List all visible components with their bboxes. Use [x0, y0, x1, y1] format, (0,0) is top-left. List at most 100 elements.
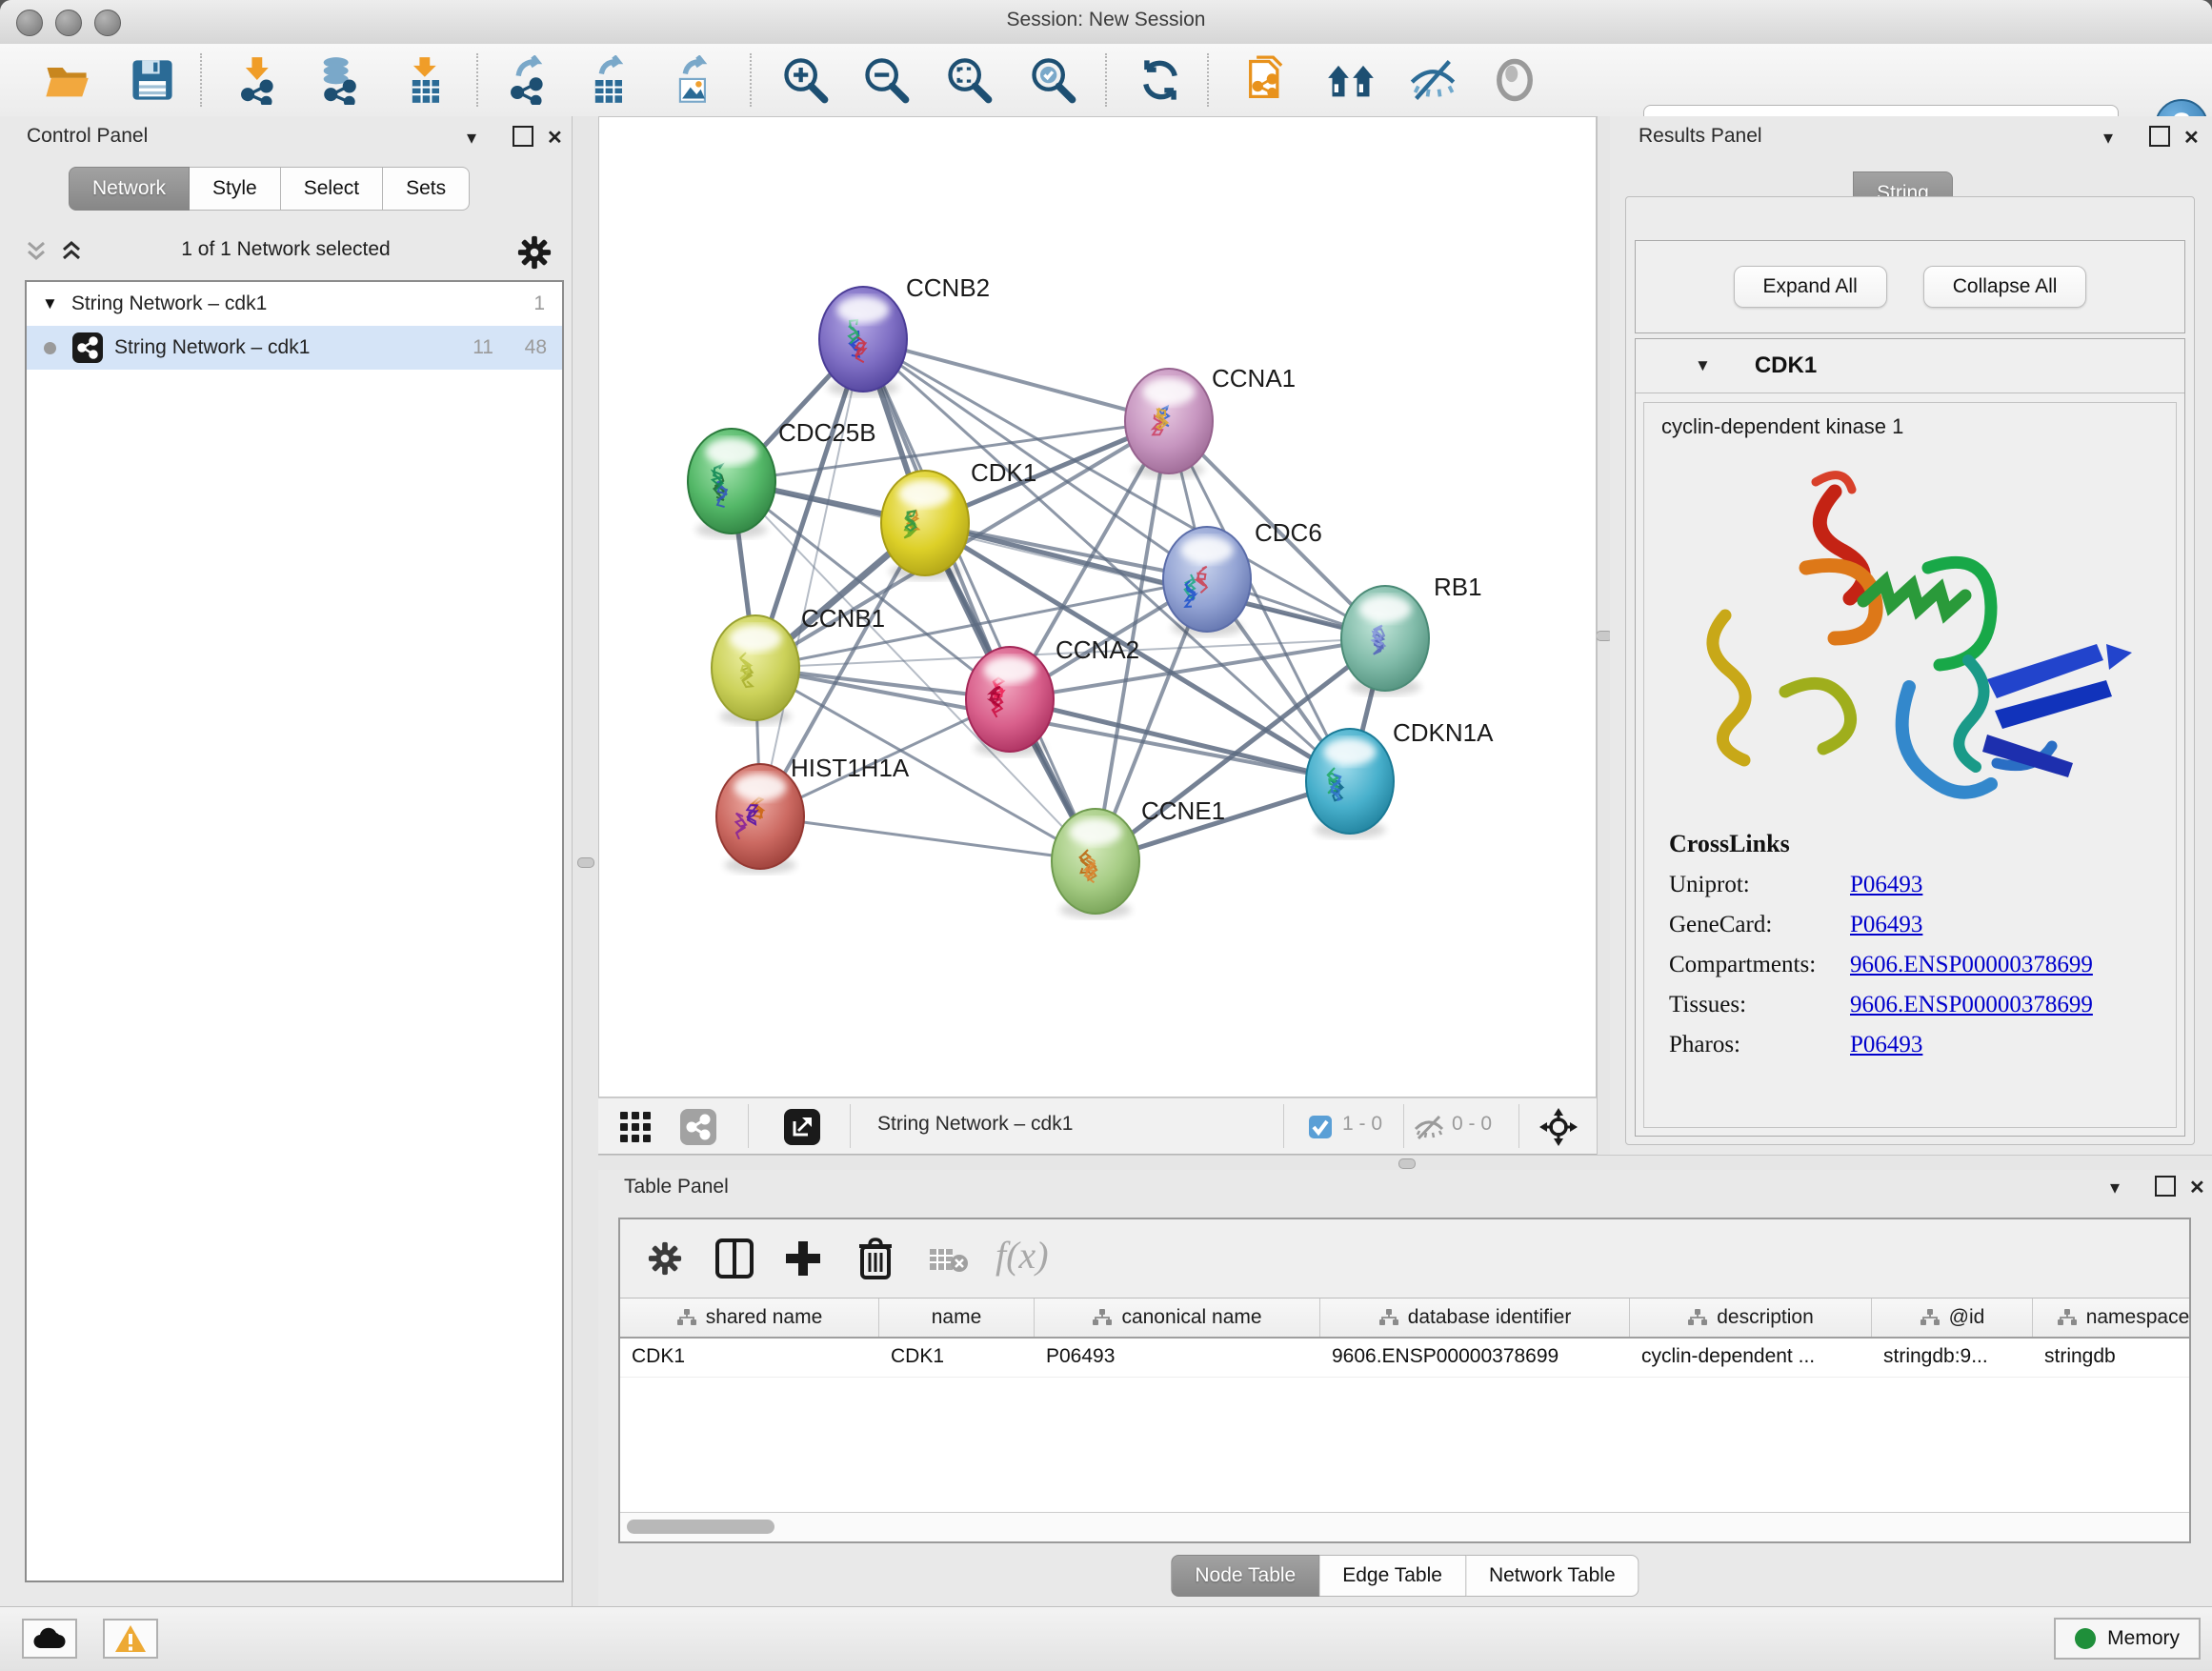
table-header-cell[interactable]: canonical name: [1035, 1299, 1320, 1337]
tab-network[interactable]: Network: [69, 167, 190, 211]
gene-description: cyclin-dependent kinase 1: [1644, 403, 2176, 439]
network-canvas[interactable]: CCNB2CCNA1CDC25BCDK1CDC6RB1CCNB1CCNA2CDK…: [598, 116, 1597, 1097]
zoom-selected-icon[interactable]: [1028, 55, 1077, 105]
clone-network-icon[interactable]: [1242, 55, 1292, 105]
table-horizontal-scrollbar[interactable]: [620, 1512, 2189, 1541]
network-node[interactable]: [1341, 586, 1429, 695]
control-panel-menu-icon[interactable]: ▾: [467, 126, 476, 150]
gene-section-header[interactable]: ▼ CDK1: [1636, 339, 2184, 393]
network-edge[interactable]: [760, 339, 863, 816]
network-node[interactable]: [1125, 369, 1213, 478]
network-node[interactable]: [1052, 809, 1139, 918]
left-splitter-handle[interactable]: [577, 857, 594, 868]
results-panel-float-icon[interactable]: [2149, 126, 2170, 152]
memory-button[interactable]: Memory: [2054, 1618, 2201, 1660]
cloud-status-button[interactable]: [22, 1619, 77, 1659]
table-row[interactable]: CDK1CDK1P064939606.ENSP00000378699cyclin…: [620, 1339, 2189, 1378]
crosslink-link[interactable]: P06493: [1850, 1032, 1922, 1058]
zoom-in-icon[interactable]: [780, 55, 830, 105]
control-panel-close-icon[interactable]: ✕: [547, 126, 563, 150]
network-collection-row[interactable]: ▼ String Network – cdk1 1: [27, 282, 562, 326]
save-session-icon[interactable]: [128, 55, 177, 105]
export-image-icon[interactable]: [669, 55, 718, 105]
network-view-share-icon[interactable]: [679, 1108, 717, 1146]
tab-sets[interactable]: Sets: [383, 167, 470, 211]
left-splitter[interactable]: [572, 116, 600, 1606]
zoom-fit-icon[interactable]: [944, 55, 994, 105]
table-panel-menu-icon[interactable]: ▾: [2110, 1176, 2120, 1199]
refresh-icon[interactable]: [1136, 55, 1185, 105]
table-cell[interactable]: P06493: [1035, 1339, 1320, 1377]
network-edge[interactable]: [760, 816, 1096, 861]
create-column-icon[interactable]: [784, 1238, 822, 1278]
network-edge[interactable]: [863, 339, 1096, 861]
table-header-cell[interactable]: shared name: [620, 1299, 879, 1337]
network-node[interactable]: [712, 615, 799, 725]
crosslink-link[interactable]: 9606.ENSP00000378699: [1850, 992, 2093, 1018]
network-node[interactable]: [688, 429, 775, 538]
export-network-icon[interactable]: [504, 55, 553, 105]
crosslink-link[interactable]: P06493: [1850, 872, 1922, 898]
table-header-row: shared namenamecanonical namedatabase id…: [620, 1299, 2189, 1339]
table-settings-gear-icon[interactable]: [647, 1240, 683, 1277]
collapse-all-button[interactable]: Collapse All: [1923, 266, 2087, 308]
memory-status-dot: [2075, 1628, 2096, 1649]
table-header-cell[interactable]: description: [1630, 1299, 1872, 1337]
tree-expander-icon[interactable]: ▼: [42, 294, 58, 313]
network-row[interactable]: String Network – cdk1 11 48: [27, 326, 562, 370]
export-table-icon[interactable]: [585, 55, 634, 105]
network-view-toolbar: String Network – cdk1 1 - 0 0 - 0: [598, 1097, 1597, 1155]
horizontal-splitter-handle[interactable]: [1398, 1158, 1416, 1169]
table-cell[interactable]: stringdb:9...: [1872, 1339, 2033, 1377]
hide-panels-icon[interactable]: [1408, 55, 1458, 105]
table-cell[interactable]: 9606.ENSP00000378699: [1320, 1339, 1630, 1377]
network-options-gear-icon[interactable]: [516, 234, 553, 271]
table-header-cell[interactable]: database identifier: [1320, 1299, 1630, 1337]
node-table[interactable]: shared namenamecanonical namedatabase id…: [620, 1298, 2189, 1512]
network-node[interactable]: [819, 287, 907, 396]
toolbar-separator: [750, 53, 752, 107]
table-cell[interactable]: stringdb: [2033, 1339, 2189, 1377]
tab-select[interactable]: Select: [281, 167, 383, 211]
network-node[interactable]: [1306, 729, 1394, 838]
crosslink-link[interactable]: 9606.ENSP00000378699: [1850, 952, 2093, 978]
section-collapse-icon[interactable]: ▼: [1695, 356, 1711, 375]
table-cell[interactable]: CDK1: [620, 1339, 879, 1377]
cloud-icon: [32, 1627, 67, 1650]
grid-view-icon[interactable]: [619, 1111, 652, 1143]
tab-edge-table[interactable]: Edge Table: [1319, 1555, 1466, 1597]
results-panel-menu-icon[interactable]: ▾: [2103, 126, 2113, 150]
show-all-panels-icon[interactable]: [1326, 55, 1376, 105]
warnings-button[interactable]: [103, 1619, 158, 1659]
import-network-icon[interactable]: [234, 55, 284, 105]
tab-network-table[interactable]: Network Table: [1466, 1555, 1639, 1597]
tab-node-table[interactable]: Node Table: [1171, 1555, 1319, 1597]
open-session-icon[interactable]: [42, 55, 91, 105]
table-header-cell[interactable]: @id: [1872, 1299, 2033, 1337]
network-collection-label: String Network – cdk1: [71, 292, 267, 315]
table-panel-close-icon[interactable]: ✕: [2189, 1176, 2205, 1199]
table-header-cell[interactable]: namespace: [2033, 1299, 2189, 1337]
import-network-from-database-icon[interactable]: [315, 55, 365, 105]
delete-column-trash-icon[interactable]: [858, 1238, 893, 1279]
protein-structure-image: [1673, 449, 2149, 830]
detach-view-icon[interactable]: [783, 1108, 821, 1146]
tab-style[interactable]: Style: [190, 167, 281, 211]
table-cell[interactable]: cyclin-dependent ...: [1630, 1339, 1872, 1377]
zoom-out-icon[interactable]: [861, 55, 911, 105]
expand-all-button[interactable]: Expand All: [1734, 266, 1887, 308]
control-panel-float-icon[interactable]: [513, 126, 533, 152]
birds-eye-view-icon[interactable]: [1539, 1108, 1578, 1146]
table-cell[interactable]: CDK1: [879, 1339, 1035, 1377]
table-panel: Table Panel ▾ ✕ f(x) shared namenamecano…: [598, 1170, 2212, 1606]
show-columns-icon[interactable]: [715, 1238, 754, 1278]
selected-items-checkbox-icon[interactable]: [1308, 1115, 1333, 1139]
table-panel-float-icon[interactable]: [2155, 1176, 2176, 1202]
network-tree: ▼ String Network – cdk1 1 String Network…: [25, 280, 564, 1582]
table-header-cell[interactable]: name: [879, 1299, 1035, 1337]
crosslink-link[interactable]: P06493: [1850, 912, 1922, 938]
results-panel-close-icon[interactable]: ✕: [2183, 126, 2200, 150]
current-network-title: String Network – cdk1: [877, 1113, 1073, 1136]
scrollbar-thumb[interactable]: [627, 1520, 774, 1534]
import-table-icon[interactable]: [402, 55, 452, 105]
